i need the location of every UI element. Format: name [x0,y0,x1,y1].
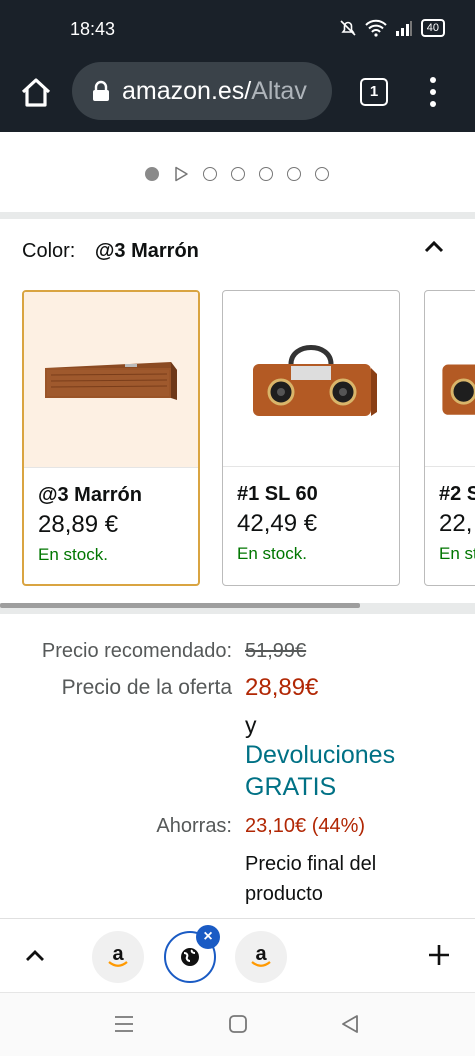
variant-stock: En st [439,544,475,563]
url-bar[interactable]: amazon.es/Altav [72,62,332,120]
url-text: amazon.es/Altav [122,77,307,106]
variant-name: #2 S [439,483,475,505]
tab-switcher-button[interactable]: 1 [360,78,388,106]
chevron-up-icon[interactable] [24,947,46,963]
variant-image [425,291,475,467]
section-divider [0,608,475,614]
free-returns-line1: Devoluciones [245,741,396,769]
variant-price: 28,89 € [38,511,119,538]
final-price-line1: Precio final del [245,853,377,875]
variant-name: @3 Marrón [38,484,142,506]
offer-price: 28,89€ [245,674,319,701]
tab-amazon[interactable]: a [92,931,144,983]
new-tab-plus-icon[interactable] [427,943,451,967]
status-icons: 40 [339,19,445,37]
carousel-dot[interactable] [259,167,273,181]
browser-toolbar: amazon.es/Altav 1 [0,58,475,132]
status-bar: 18:43 40 [0,0,475,58]
variant-stock: En stock. [38,545,108,564]
amazon-smile-icon [251,961,271,967]
close-tab-icon[interactable]: × [196,925,220,949]
battery-indicator: 40 [420,19,445,37]
lock-icon [93,80,109,101]
variant-name: #1 SL 60 [237,483,318,505]
free-returns-link[interactable]: Devoluciones GRATIS [245,739,395,803]
wifi-icon [365,19,387,37]
more-menu-icon[interactable] [422,74,444,110]
retro-speaker-image [442,364,475,415]
carousel-dot[interactable] [315,167,329,181]
variant-price: 42,49 € [237,510,318,537]
image-carousel-dots [145,166,329,182]
final-price-note: Precio final del producto [245,849,376,909]
carousel-dot[interactable] [203,167,217,181]
carousel-dot[interactable] [145,167,159,181]
chevron-up-icon[interactable] [422,236,446,256]
free-returns-line2: GRATIS [245,773,337,801]
amazon-smile-icon [108,961,128,967]
variant-image [223,291,399,467]
recommended-price-label: Precio recomendado: [41,640,232,662]
final-price-line2: producto [245,883,323,905]
section-divider [0,212,475,219]
tab-amazon[interactable]: a [235,931,287,983]
url-host: amazon.es/ [122,76,252,105]
soundbar-image [45,361,177,400]
system-nav-bar [0,992,475,1056]
carousel-dot[interactable] [287,167,301,181]
savings-value: 23,10€ (44%) [245,815,366,837]
signal-icon [395,21,412,36]
globe-icon [181,948,199,966]
variant-card-partial[interactable]: #2 S 22, En st [424,290,475,586]
recents-icon[interactable] [114,1015,134,1033]
variant-stock: En stock. [237,544,307,563]
alarm-off-icon [340,20,356,36]
recommended-price: 51,99€ [245,640,307,662]
savings-label: Ahorras: [156,815,232,837]
home-icon[interactable] [18,75,54,111]
color-selector-header: Color: @3 Marrón [22,240,199,263]
variant-image [24,292,198,468]
variant-card-sl60[interactable]: #1 SL 60 42,49 € En stock. [222,290,400,586]
retro-speaker-image [253,344,377,416]
color-label: Color: [22,240,76,262]
variant-price: 22, [439,510,473,537]
carousel-dot[interactable] [231,167,245,181]
and-text: y [245,712,257,738]
tab-strip: a a [0,918,475,992]
url-path: Altav [251,76,307,105]
variant-card-marron[interactable]: @3 Marrón 28,89 € En stock. [22,290,200,586]
video-play-icon[interactable] [173,166,189,182]
offer-price-label: Precio de la oferta [61,676,232,699]
back-icon[interactable] [340,1014,360,1034]
home-nav-icon[interactable] [228,1014,248,1034]
selected-color: @3 Marrón [94,240,199,262]
status-time: 18:43 [70,19,116,39]
